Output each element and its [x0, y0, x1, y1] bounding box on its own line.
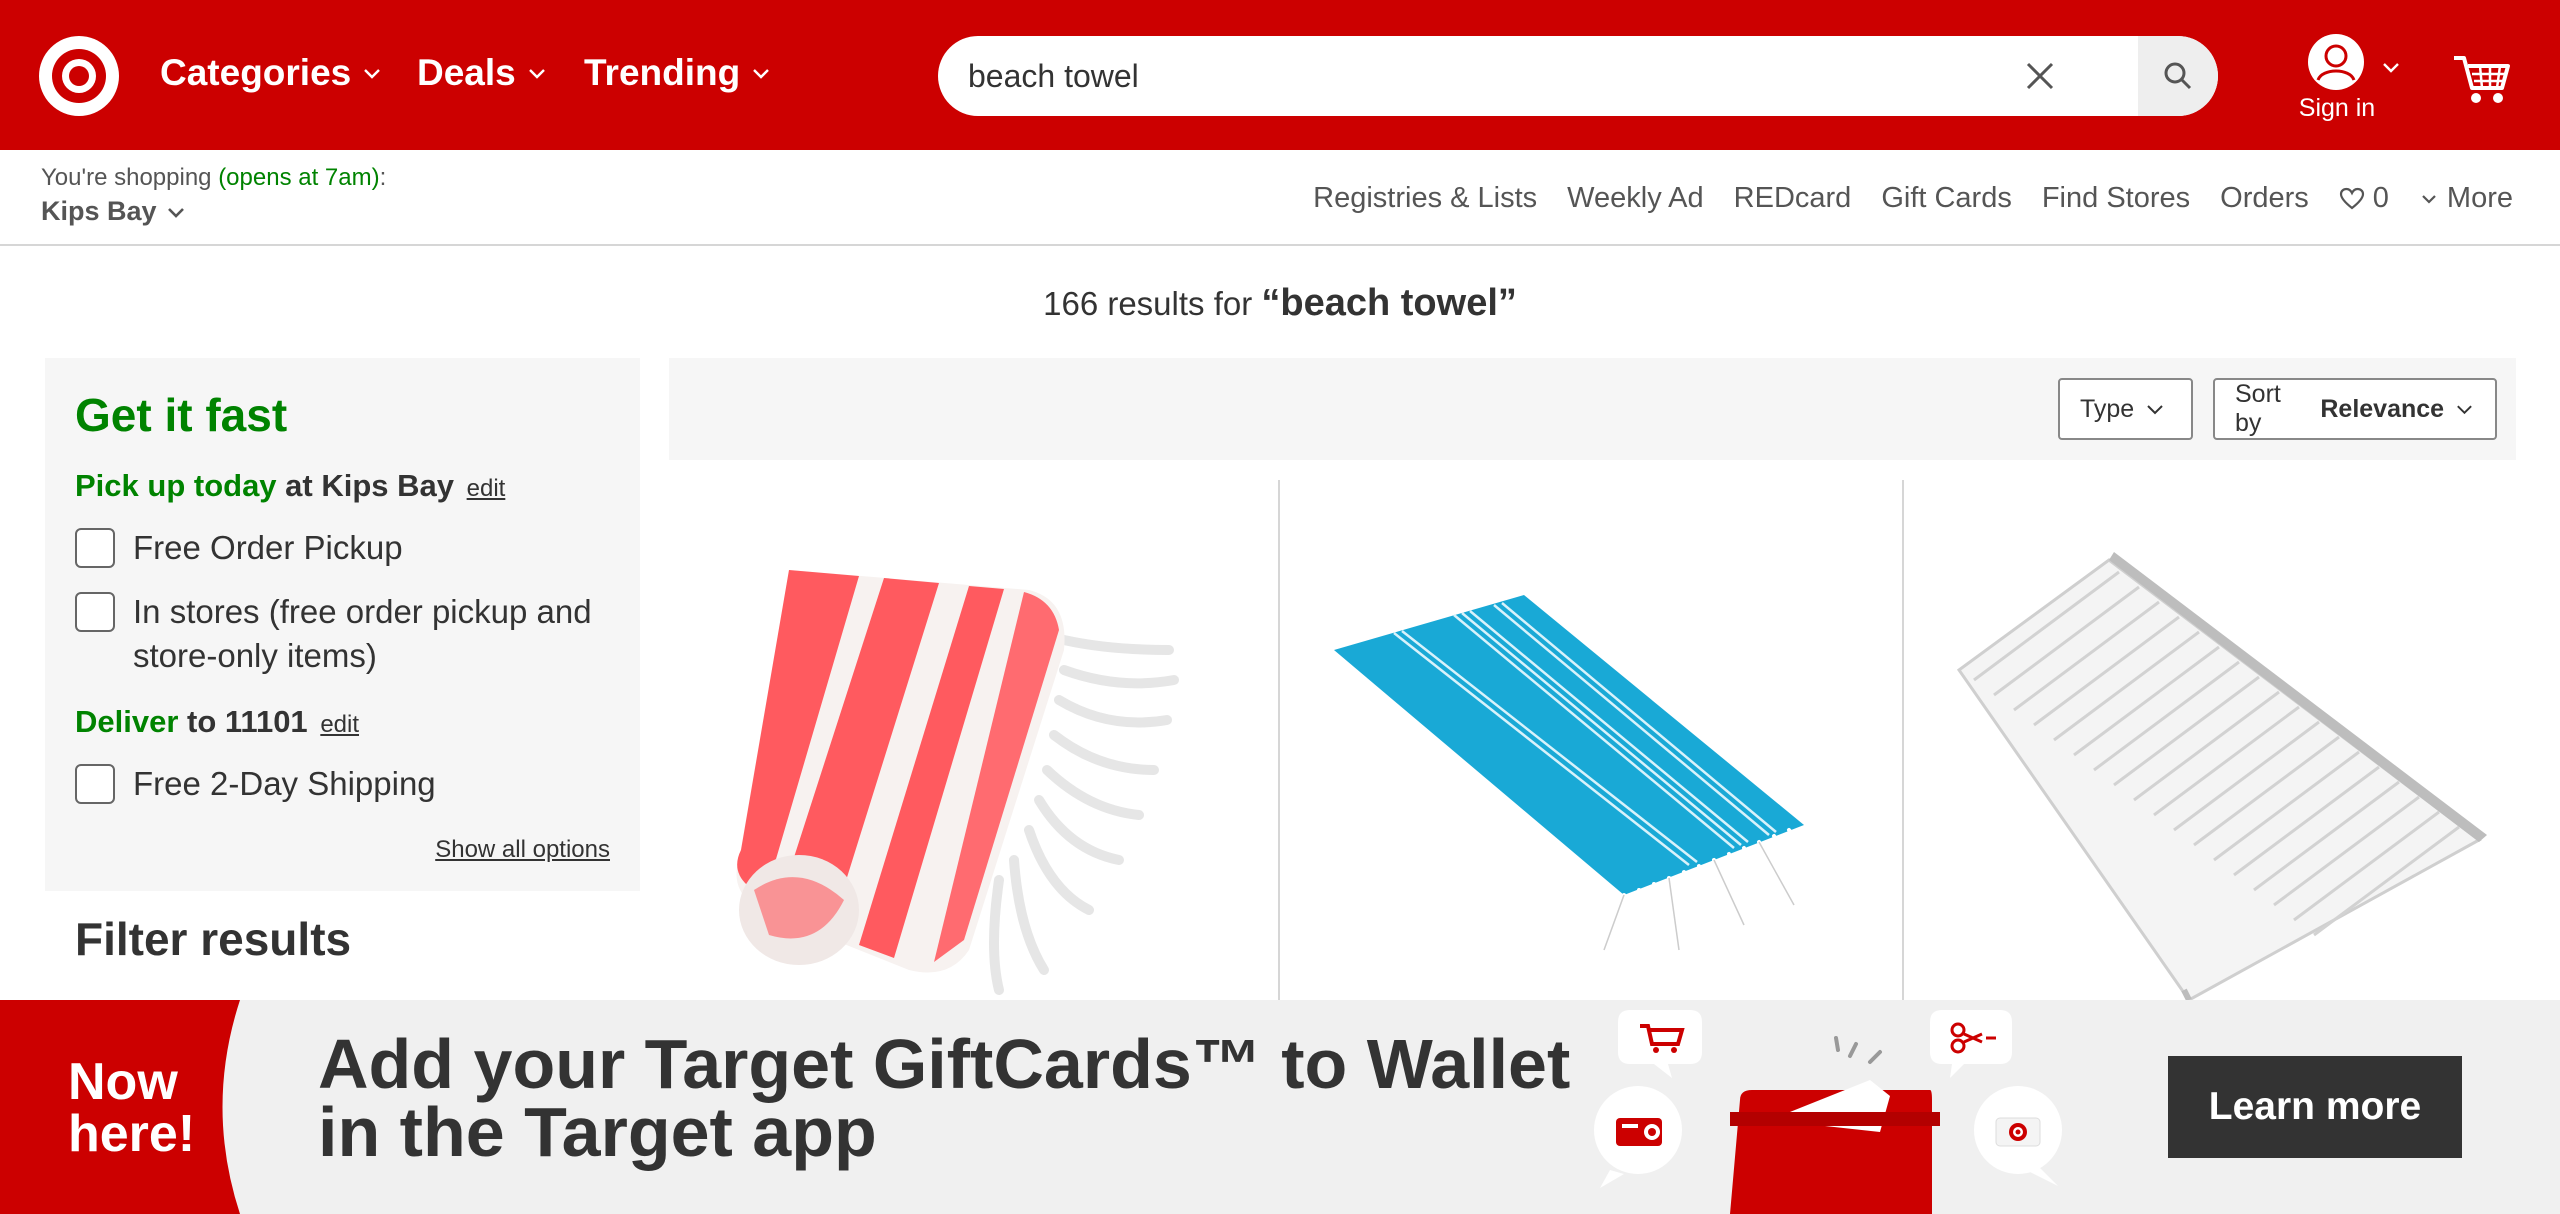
account-button[interactable]: Sign in [2298, 32, 2418, 132]
target-card-bubble-icon [1974, 1086, 2062, 1186]
promo-banner: Now here! Add your Target GiftCards™ to … [0, 1000, 2560, 1214]
deliver-zip: to 11101 [178, 704, 308, 739]
results-query: “beach towel” [1261, 282, 1517, 324]
store-name: Kips Bay [41, 196, 157, 226]
type-dropdown[interactable]: Type [2058, 378, 2193, 440]
nav-trending-label: Trending [584, 52, 741, 93]
heart-icon [2339, 187, 2364, 209]
chevron-down-icon [2147, 405, 2163, 415]
shopping-status: You're shopping (opens at 7am): [41, 164, 386, 192]
top-header: Categories Deals Trending Sign in [0, 0, 2560, 150]
get-it-fast-panel: Get it fast Pick up today at Kips Bay ed… [45, 358, 640, 891]
product-image[interactable] [1294, 480, 1916, 1000]
sort-prefix: Sort by [2235, 380, 2281, 437]
checkbox[interactable] [75, 592, 115, 632]
clear-search-icon[interactable] [2018, 54, 2062, 98]
store-selector[interactable]: Kips Bay [41, 196, 187, 227]
sort-dropdown[interactable]: Sort by Relevance [2213, 378, 2497, 440]
chevron-down-icon [528, 69, 545, 79]
product-card[interactable] [1294, 480, 1916, 1000]
nav-categories[interactable]: Categories [160, 52, 383, 94]
banner-headline: Add your Target GiftCards™ to Wallet in … [318, 1025, 1571, 1171]
giftcard-bubble-icon [1594, 1086, 1682, 1188]
chevron-down-icon [753, 69, 770, 79]
gift-cards-link[interactable]: Gift Cards [1881, 182, 2012, 215]
shopping-colon: : [379, 164, 387, 191]
filter-in-stores[interactable]: In stores (free order pickup and store-o… [75, 592, 615, 678]
results-heading: 166 results for “beach towel” [0, 282, 2560, 325]
store-hours: (opens at 7am) [218, 164, 380, 191]
show-all-options-link[interactable]: Show all options [435, 836, 610, 864]
nav-deals[interactable]: Deals [417, 52, 548, 94]
type-label: Type [2080, 394, 2135, 423]
banner-headline-line-2: in the Target app [318, 1093, 877, 1171]
product-card[interactable] [1919, 480, 2541, 1000]
checkbox[interactable] [75, 528, 115, 568]
get-it-fast-title: Get it fast [75, 389, 288, 441]
nav-categories-label: Categories [160, 52, 352, 93]
chevron-down-icon [364, 69, 381, 79]
card-divider [1902, 480, 1904, 1000]
target-logo-icon[interactable] [39, 36, 119, 116]
deliver-heading: Deliver to 11101 edit [75, 704, 359, 740]
favorites-count: 0 [2372, 182, 2389, 214]
filter-results-heading: Filter results [75, 913, 352, 965]
registries-link[interactable]: Registries & Lists [1313, 182, 1537, 215]
deliver-label: Deliver [75, 704, 179, 739]
shopping-prefix: You're shopping [41, 164, 219, 191]
pickup-label: Pick up today [75, 468, 277, 503]
filter-free-2-day-shipping[interactable]: Free 2-Day Shipping [75, 764, 436, 806]
filter-free-order-pickup[interactable]: Free Order Pickup [75, 528, 403, 570]
learn-more-button[interactable]: Learn more [2168, 1056, 2462, 1158]
cart-bubble-icon [1618, 1010, 1702, 1078]
edit-deliver-link[interactable]: edit [320, 711, 359, 738]
pickup-store: at Kips Bay [276, 468, 454, 503]
account-icon [2308, 34, 2364, 90]
edit-pickup-link[interactable]: edit [467, 475, 506, 502]
weekly-ad-link[interactable]: Weekly Ad [1567, 182, 1703, 215]
checkbox-label: Free 2-Day Shipping [133, 765, 436, 802]
orders-link[interactable]: Orders [2220, 182, 2309, 215]
chevron-down-icon [2457, 405, 2472, 415]
banner-headline-line-1: Add your Target GiftCards™ to Wallet [318, 1025, 1571, 1103]
sign-in-label: Sign in [2298, 94, 2376, 122]
now-here-text: Now here! [68, 1056, 195, 1160]
coupon-bubble-icon [1930, 1010, 2012, 1078]
chevron-down-icon [2383, 63, 2399, 73]
product-image[interactable] [1919, 480, 2541, 1000]
more-label: More [2446, 182, 2513, 214]
wallet-illustration [1594, 1010, 2062, 1214]
utility-nav: Registries & Lists Weekly Ad REDcard Gif… [1313, 182, 2513, 215]
search-input[interactable] [968, 36, 1998, 116]
nav-trending[interactable]: Trending [584, 52, 772, 94]
search-bar [938, 36, 2218, 116]
sort-value: Relevance [2320, 394, 2445, 423]
cart-icon[interactable] [2452, 48, 2512, 108]
card-divider [1278, 480, 1280, 1000]
favorites-link[interactable]: 0 [2339, 182, 2389, 215]
more-menu[interactable]: More [2419, 182, 2513, 215]
results-count: 166 results for [1043, 285, 1262, 322]
store-bar: You're shopping (opens at 7am): Kips Bay… [0, 150, 2560, 246]
find-stores-link[interactable]: Find Stores [2042, 182, 2190, 215]
redcard-link[interactable]: REDcard [1734, 182, 1852, 215]
results-toolbar: Type Sort by Relevance [669, 358, 2516, 460]
checkbox[interactable] [75, 764, 115, 804]
chevron-down-icon [2422, 194, 2436, 204]
badge-line-2: here! [68, 1105, 196, 1163]
checkbox-label: Free Order Pickup [133, 529, 403, 566]
checkbox-label: In stores (free order pickup and store-o… [133, 593, 592, 674]
nav-deals-label: Deals [417, 52, 516, 93]
product-image[interactable] [669, 480, 1291, 1000]
badge-line-1: Now [68, 1053, 178, 1111]
pickup-heading: Pick up today at Kips Bay edit [75, 468, 505, 504]
search-button[interactable] [2138, 36, 2218, 116]
chevron-down-icon [167, 207, 184, 218]
product-card[interactable] [669, 480, 1291, 1000]
search-icon [2164, 62, 2192, 90]
